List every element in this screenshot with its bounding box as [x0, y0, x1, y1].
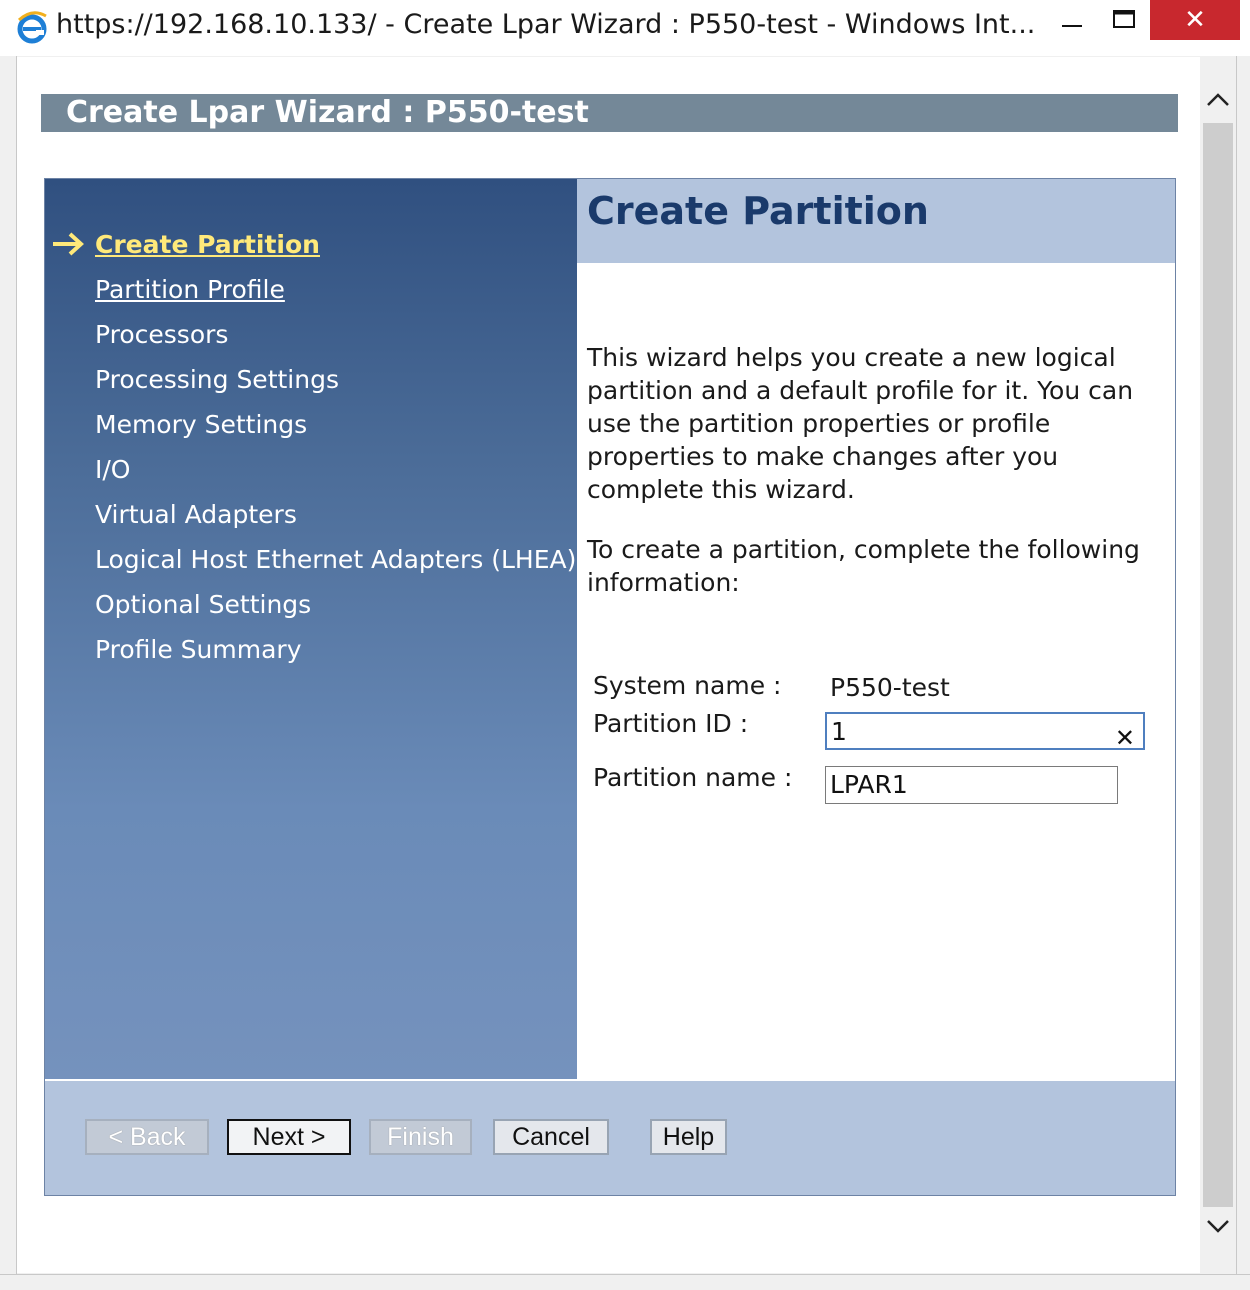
finish-button[interactable]: Finish: [369, 1119, 472, 1155]
partition-name-field[interactable]: LPAR1: [825, 766, 1118, 804]
partition-name-label: Partition name :: [593, 763, 793, 792]
wizard-nav: Create Partition Partition Profile Proce…: [45, 179, 577, 1079]
wizard-footer: < Back Next > Finish Cancel Help: [45, 1081, 1175, 1195]
back-button[interactable]: < Back: [85, 1119, 209, 1155]
minimize-button[interactable]: [1046, 0, 1098, 40]
scroll-down-button[interactable]: [1200, 1207, 1236, 1247]
wizard-box: Create Partition Partition Profile Proce…: [44, 178, 1176, 1196]
help-button[interactable]: Help: [650, 1119, 727, 1155]
close-button[interactable]: ✕: [1150, 0, 1240, 40]
chevron-up-icon: [1207, 93, 1229, 106]
window-title: https://192.168.10.133/ - Create Lpar Wi…: [56, 9, 1036, 40]
nav-item-virtual-adapters: Virtual Adapters: [95, 500, 297, 529]
nav-item-optional-settings: Optional Settings: [95, 590, 312, 619]
scroll-up-button[interactable]: [1200, 79, 1236, 119]
maximize-icon: [1113, 10, 1135, 28]
nav-item-partition-profile[interactable]: Partition Profile: [95, 274, 285, 306]
partition-id-value: 1: [831, 717, 847, 746]
nav-item-memory-settings: Memory Settings: [95, 410, 308, 439]
partition-name-value: LPAR1: [830, 770, 908, 799]
nav-item-create-partition[interactable]: Create Partition: [95, 229, 320, 261]
chevron-down-icon: [1207, 1220, 1229, 1233]
cancel-button[interactable]: Cancel: [493, 1119, 609, 1155]
partition-id-field[interactable]: 1 ✕: [825, 712, 1145, 752]
close-icon: ✕: [1184, 5, 1206, 35]
internet-explorer-icon: [17, 11, 47, 44]
arrow-right-icon: [53, 232, 84, 256]
wizard-header-title: Create Lpar Wizard : P550-test: [66, 95, 589, 130]
instruction-text: To create a partition, complete the foll…: [587, 535, 1140, 597]
clear-icon[interactable]: ✕: [1115, 720, 1135, 756]
system-name-label: System name :: [593, 671, 782, 700]
page-title: Create Partition: [587, 189, 929, 233]
next-button[interactable]: Next >: [227, 1119, 351, 1155]
vertical-scrollbar[interactable]: [1200, 57, 1236, 1273]
wizard-header: Create Lpar Wizard : P550-test: [41, 94, 1178, 132]
window-frame-left: [0, 56, 17, 1289]
nav-item-processing-settings: Processing Settings: [95, 365, 339, 394]
window-frame-bottom: [0, 1274, 1250, 1290]
browser-window: https://192.168.10.133/ - Create Lpar Wi…: [0, 0, 1250, 1290]
minimize-icon: [1062, 25, 1082, 27]
scroll-thumb[interactable]: [1203, 123, 1233, 1207]
system-name-value: P550-test: [830, 673, 950, 702]
nav-item-profile-summary: Profile Summary: [95, 635, 302, 664]
nav-item-io: I/O: [95, 455, 131, 484]
window-frame-right: [1236, 56, 1250, 1289]
panel-title-bar: Create Partition: [577, 179, 1175, 263]
intro-text: This wizard helps you create a new logic…: [587, 343, 1134, 504]
nav-item-processors: Processors: [95, 320, 229, 349]
partition-id-label: Partition ID :: [593, 709, 749, 738]
maximize-button[interactable]: [1098, 0, 1150, 40]
nav-item-lhea: Logical Host Ethernet Adapters (LHEA): [95, 545, 577, 574]
title-bar: https://192.168.10.133/ - Create Lpar Wi…: [0, 0, 1250, 56]
